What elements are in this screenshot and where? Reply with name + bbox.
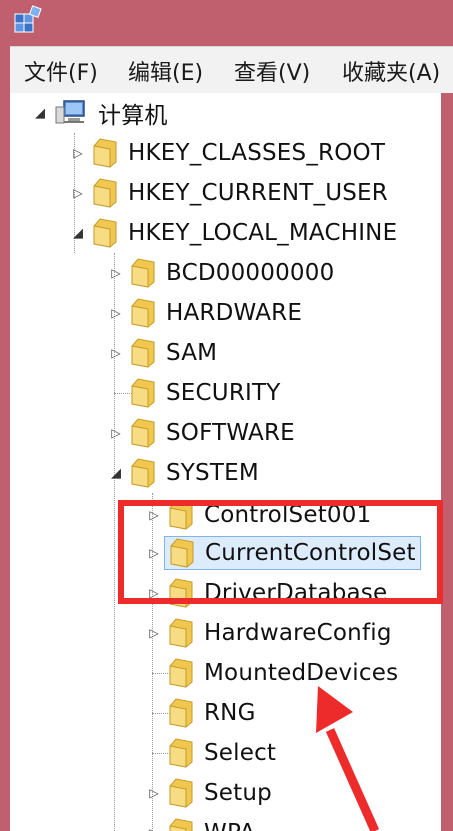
tree-node-sam[interactable]: ▷ SAM <box>108 336 217 370</box>
tree-node-hkcu[interactable]: ▷ HKEY_CURRENT_USER <box>70 176 388 210</box>
tree-node-label: Select <box>204 740 277 766</box>
expanded-triangle-icon[interactable]: ◢ <box>32 96 48 130</box>
collapsed-triangle-icon[interactable]: ▷ <box>108 256 124 290</box>
tree-node-label: BCD00000000 <box>166 260 335 286</box>
folder-icon <box>131 258 155 288</box>
folder-icon <box>169 618 193 648</box>
tree-node-label: HKEY_LOCAL_MACHINE <box>128 220 398 246</box>
computer-icon <box>55 100 85 124</box>
tree-node-software[interactable]: ▷ SOFTWARE <box>108 416 295 450</box>
tree-node-label: SECURITY <box>166 380 281 406</box>
expanded-triangle-icon[interactable]: ◢ <box>70 216 86 250</box>
collapsed-triangle-icon[interactable]: ▷ <box>146 776 162 810</box>
tree-node-computer[interactable]: ◢ 计算机 <box>32 96 168 130</box>
folder-icon <box>169 818 193 831</box>
tree-node-label: Setup <box>204 780 272 806</box>
folder-icon <box>93 218 117 248</box>
selected-node-highlight: CurrentControlSet <box>164 536 421 570</box>
folder-icon <box>169 500 193 530</box>
tree-node-hardwareconfig[interactable]: ▷ HardwareConfig <box>146 616 392 650</box>
collapsed-triangle-icon[interactable]: ▷ <box>108 296 124 330</box>
folder-icon <box>169 738 193 768</box>
tree-node-label: WPA <box>204 820 255 831</box>
menu-view[interactable]: 查看(V) <box>234 55 310 87</box>
collapsed-triangle-icon[interactable]: ▷ <box>108 416 124 450</box>
tree-node-mounteddevices[interactable]: MountedDevices <box>146 656 398 690</box>
no-expander <box>146 696 162 730</box>
folder-icon <box>131 338 155 368</box>
registry-tree[interactable]: ◢ 计算机 ▷ HKEY_CLASSES_ROOT ▷ HKEY_CURRENT… <box>10 93 453 831</box>
regedit-icon[interactable] <box>12 4 46 38</box>
window-right-border <box>441 93 453 831</box>
tree-node-label: HARDWARE <box>166 300 303 326</box>
expanded-triangle-icon[interactable]: ◢ <box>108 456 124 490</box>
folder-icon <box>169 698 193 728</box>
tree-node-wpa[interactable]: ▷ WPA <box>146 816 255 831</box>
menu-favorites[interactable]: 收藏夹(A) <box>342 55 440 87</box>
folder-icon <box>131 378 155 408</box>
tree-node-rng[interactable]: RNG <box>146 696 256 730</box>
tree-node-hardware[interactable]: ▷ HARDWARE <box>108 296 302 330</box>
tree-node-setup[interactable]: ▷ Setup <box>146 776 272 810</box>
tree-node-label: ControlSet001 <box>204 502 372 528</box>
menu-edit[interactable]: 编辑(E) <box>128 55 203 87</box>
folder-icon <box>131 418 155 448</box>
folder-icon <box>169 778 193 808</box>
tree-node-bcd[interactable]: ▷ BCD00000000 <box>108 256 334 290</box>
collapsed-triangle-icon[interactable]: ▷ <box>70 136 86 170</box>
folder-icon <box>93 178 117 208</box>
tree-node-label: SOFTWARE <box>166 420 295 446</box>
folder-icon <box>169 658 193 688</box>
tree-node-label: SYSTEM <box>166 460 259 486</box>
menu-bar: 文件(F) 编辑(E) 查看(V) 收藏夹(A) <box>10 46 453 94</box>
no-expander <box>108 376 124 410</box>
title-bar <box>0 0 453 44</box>
folder-icon <box>93 138 117 168</box>
tree-node-driverdatabase[interactable]: ▷ DriverDatabase <box>146 576 387 610</box>
collapsed-triangle-icon[interactable]: ▷ <box>146 816 162 831</box>
tree-node-system[interactable]: ◢ SYSTEM <box>108 456 259 490</box>
tree-node-label: HKEY_CURRENT_USER <box>128 180 388 206</box>
tree-node-currentcontrolset[interactable]: ▷ CurrentControlSet <box>146 536 421 570</box>
tree-node-controlset001[interactable]: ▷ ControlSet001 <box>146 498 371 532</box>
tree-node-hklm[interactable]: ◢ HKEY_LOCAL_MACHINE <box>70 216 397 250</box>
tree-node-label: HKEY_CLASSES_ROOT <box>128 140 386 166</box>
no-expander <box>146 736 162 770</box>
tree-node-hkcr[interactable]: ▷ HKEY_CLASSES_ROOT <box>70 136 385 170</box>
collapsed-triangle-icon[interactable]: ▷ <box>146 616 162 650</box>
folder-icon <box>170 538 194 568</box>
tree-node-label: SAM <box>166 340 218 366</box>
tree-node-label: 计算机 <box>98 103 168 129</box>
menu-file[interactable]: 文件(F) <box>24 55 98 87</box>
folder-icon <box>131 458 155 488</box>
folder-icon <box>169 578 193 608</box>
tree-node-security[interactable]: SECURITY <box>108 376 281 410</box>
tree-node-label: RNG <box>204 700 256 726</box>
folder-icon <box>131 298 155 328</box>
tree-node-label: DriverDatabase <box>204 580 388 606</box>
tree-node-label: MountedDevices <box>204 660 399 686</box>
tree-node-label: CurrentControlSet <box>205 540 416 566</box>
tree-node-label: HardwareConfig <box>204 620 392 646</box>
no-expander <box>146 656 162 690</box>
tree-node-select[interactable]: Select <box>146 736 276 770</box>
collapsed-triangle-icon[interactable]: ▷ <box>108 336 124 370</box>
collapsed-triangle-icon[interactable]: ▷ <box>70 176 86 210</box>
collapsed-triangle-icon[interactable]: ▷ <box>146 498 162 532</box>
collapsed-triangle-icon[interactable]: ▷ <box>146 536 162 570</box>
collapsed-triangle-icon[interactable]: ▷ <box>146 576 162 610</box>
